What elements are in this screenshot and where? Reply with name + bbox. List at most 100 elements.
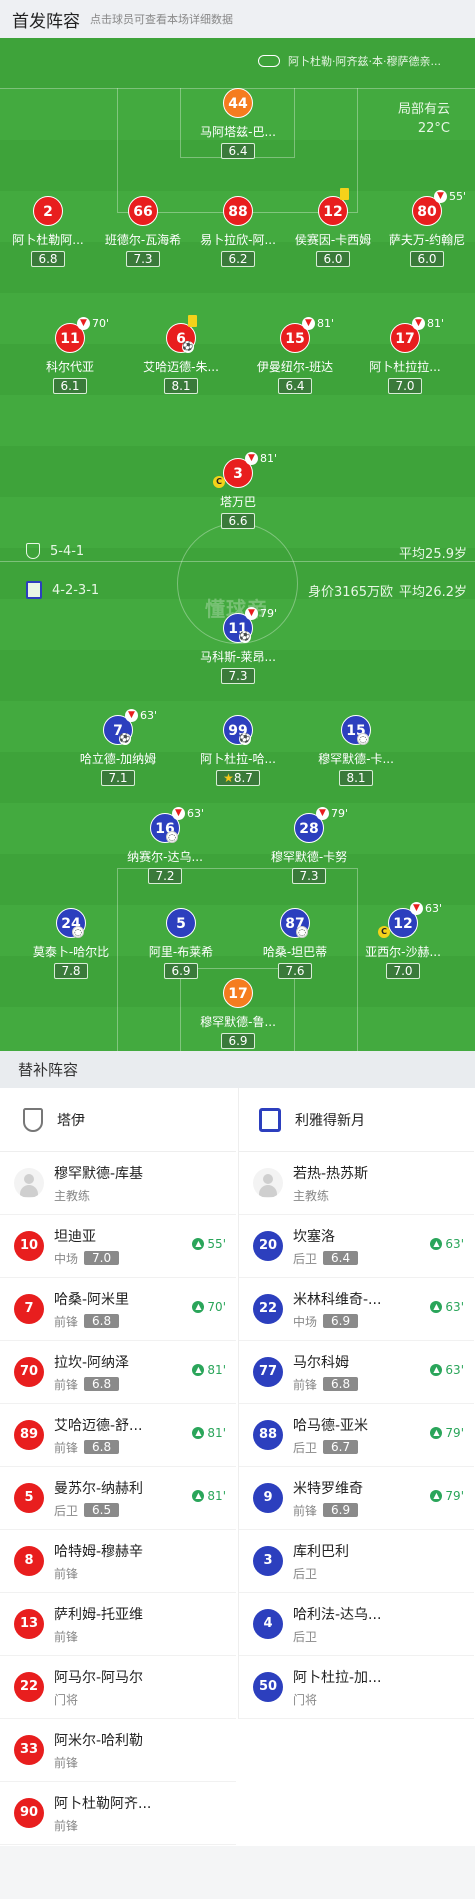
bench-player-row[interactable]: 13 萨利姆-托亚维 前锋 <box>0 1593 236 1656</box>
player-info: 阿卜杜拉-加... 门将 <box>293 1667 433 1708</box>
home-formation-text: 5-4-1 <box>50 543 85 559</box>
player-name: 阿卜杜勒阿... <box>12 233 84 247</box>
player-meta: 后卫 <box>293 1565 433 1582</box>
lineup-header: 首发阵容 点击球员可查看本场详细数据 <box>0 0 475 38</box>
away-player[interactable]: 12 ▼ 63' C 亚西尔-沙赫... 7.0 <box>355 902 451 979</box>
player-meta: 前锋 6.9 <box>293 1502 433 1519</box>
sub-time: 81' <box>260 452 278 465</box>
coach-row[interactable]: 若热-热苏斯主教练 <box>239 1152 474 1215</box>
away-player[interactable]: 17 穆罕默德-鲁... 6.9 <box>190 978 286 1049</box>
away-player[interactable]: 11 ▼ 79' ⚽ 马科斯-莱昂... 7.3 <box>190 607 286 684</box>
player-rating-value: 8.7 <box>233 771 253 785</box>
player-rating: 6.9 <box>323 1503 359 1517</box>
away-team-row[interactable]: 利雅得新月 <box>239 1088 474 1152</box>
away-player[interactable]: 24 ◌ 莫泰卜-哈尔比 7.8 <box>23 908 119 979</box>
player-number: 13 <box>14 1609 44 1639</box>
player-meta: 中场 7.0 <box>54 1250 194 1267</box>
player-info: 哈马德-亚米 后卫 6.7 <box>293 1415 433 1456</box>
sub-in-marker: ▲ 81' <box>192 1363 226 1377</box>
coach-row[interactable]: 穆罕默德-库基 主教练 <box>0 1152 236 1215</box>
player-position: 前锋 <box>293 1503 318 1518</box>
away-player[interactable]: 15 ◌ 穆罕默德-卡... 8.1 <box>308 715 404 786</box>
sub-time: 81' <box>207 1489 226 1503</box>
sub-out-marker: ▼ 55' <box>434 190 466 203</box>
bench-player-row[interactable]: 7 哈桑-阿米里 前锋 6.8 ▲ 70' <box>0 1278 236 1341</box>
away-value-age: 身价3165万欧 平均26.2岁 <box>308 581 467 600</box>
player-info: 坎塞洛 后卫 6.4 <box>293 1226 433 1267</box>
home-player[interactable]: 12 侯赛因-卡西姆 6.0 <box>285 188 381 267</box>
home-player[interactable]: 3 ▼ 81' C 塔万巴 6.6 <box>190 452 286 529</box>
bench-player-row[interactable]: 3 库利巴利 后卫 <box>239 1530 474 1593</box>
player-info: 米特罗维奇 前锋 6.9 <box>293 1478 433 1519</box>
sub-out-marker: ▼ 81' <box>412 317 444 330</box>
away-player[interactable]: 5 阿里-布莱希 6.9 <box>133 908 229 979</box>
player-number: 5 <box>14 1483 44 1513</box>
home-player[interactable]: 44 马阿塔兹-巴... 6.4 <box>190 88 286 159</box>
bench-player-row[interactable]: 77 马尔科姆 前锋 6.8 ▲ 63' <box>239 1341 474 1404</box>
player-rating: 6.9 <box>164 963 198 979</box>
home-player[interactable]: 17 ▼ 81' 阿卜杜拉拉... 7.0 <box>357 317 453 394</box>
away-player[interactable]: 7 ▼ 63' ⚽ 哈立德-加纳姆 7.1 <box>70 709 166 786</box>
player-rating: 7.0 <box>388 378 422 394</box>
sub-time: 63' <box>445 1300 464 1314</box>
bench-player-row[interactable]: 8 哈特姆-穆赫辛 前锋 <box>0 1530 236 1593</box>
player-info: 坦迪亚中场 7.0 <box>54 1226 194 1267</box>
bench-player-row[interactable]: 5 曼苏尔-纳赫利 后卫 6.5 ▲ 81' <box>0 1467 236 1530</box>
bench-title: 替补阵容 <box>0 1051 475 1088</box>
bench-player-row[interactable]: 10 坦迪亚 中场 7.0 ▲ 55' <box>0 1215 236 1278</box>
bench-player-row[interactable]: 70 拉坎-阿纳泽 前锋 6.8 ▲ 81' <box>0 1341 236 1404</box>
sub-in-marker: ▲ 79' <box>430 1489 464 1503</box>
assist-icon: ◌ <box>357 733 369 745</box>
stadium-icon <box>258 55 280 67</box>
player-name: 哈利法-达乌... <box>293 1606 382 1623</box>
player-info: 马尔科姆 前锋 6.8 <box>293 1352 433 1393</box>
yellow-card-icon <box>340 188 349 200</box>
player-name: 阿米尔-哈利勒 <box>54 1732 144 1749</box>
player-rating: 7.6 <box>278 963 312 979</box>
home-player[interactable]: 6 ⚽ 艾哈迈德-朱... 8.1 <box>133 315 229 394</box>
player-number: 90 <box>14 1798 44 1828</box>
player-rating: 6.4 <box>221 143 255 159</box>
player-rating: ★8.7 <box>216 770 260 786</box>
bench-player-row[interactable]: 50 阿卜杜拉-加... 门将 <box>239 1656 474 1719</box>
player-info: 哈特姆-穆赫辛 前锋 <box>54 1541 194 1582</box>
bench-player-row[interactable]: 89 艾哈迈德-舒... 前锋 6.8 ▲ 81' <box>0 1404 236 1467</box>
player-name: 哈桑-坦巴蒂 <box>262 945 328 959</box>
player-name: 艾哈迈德-舒... <box>54 1417 143 1434</box>
away-player[interactable]: 87 ◌ 哈桑-坦巴蒂 7.6 <box>247 908 343 979</box>
away-player[interactable]: 16 ▼ 63' ◌ 纳赛尔-达乌... 7.2 <box>117 807 213 884</box>
player-name: 伊曼纽尔-班达 <box>256 360 334 374</box>
home-player[interactable]: 11 ▼ 70' 科尔代亚 6.1 <box>22 317 118 394</box>
home-player[interactable]: 15 ▼ 81' 伊曼纽尔-班达 6.4 <box>247 317 343 394</box>
bench-player-row[interactable]: 22 米林科维奇-... 中场 6.9 ▲ 63' <box>239 1278 474 1341</box>
player-name: 易卜拉欣-阿... <box>200 233 276 247</box>
player-rating: 7.3 <box>126 251 160 267</box>
bench-player-row[interactable]: 90 阿卜杜勒阿齐... 前锋 <box>0 1782 236 1845</box>
player-rating: 6.5 <box>84 1503 120 1517</box>
home-player[interactable]: 88 易卜拉欣-阿... 6.2 <box>190 196 286 267</box>
home-formation: 5-4-1 <box>26 543 84 559</box>
player-rating: 6.8 <box>31 251 65 267</box>
player-info: 哈利法-达乌... 后卫 <box>293 1604 433 1645</box>
home-player[interactable]: 2 阿卜杜勒阿... 6.8 <box>0 196 96 267</box>
bench-player-row[interactable]: 9 米特罗维奇 前锋 6.9 ▲ 79' <box>239 1467 474 1530</box>
bench-player-row[interactable]: 20 坎塞洛 后卫 6.4 ▲ 63' <box>239 1215 474 1278</box>
player-name: 坦迪亚 <box>54 1228 96 1245</box>
bench-player-row[interactable]: 4 哈利法-达乌... 后卫 <box>239 1593 474 1656</box>
home-shield-icon <box>26 543 40 559</box>
bench-player-row[interactable]: 22 阿马尔-阿马尔 门将 <box>0 1656 236 1719</box>
bench-player-row[interactable]: 33 阿米尔-哈利勒 前锋 <box>0 1719 236 1782</box>
sub-time: 63' <box>445 1237 464 1251</box>
player-meta: 前锋 6.8 <box>54 1376 194 1393</box>
bench-player-row[interactable]: 88 哈马德-亚米 后卫 6.7 ▲ 79' <box>239 1404 474 1467</box>
player-meta: 主教练 <box>293 1187 433 1204</box>
away-player[interactable]: 28 ▼ 79' 穆罕默德-卡努 7.3 <box>261 807 357 884</box>
home-team-row[interactable]: 塔伊 <box>0 1088 236 1152</box>
home-player[interactable]: 66 班德尔-瓦海希 7.3 <box>95 196 191 267</box>
away-player[interactable]: 99 ⚽ 阿卜杜拉-哈... ★8.7 <box>190 715 286 786</box>
sub-out-marker: ▼ 63' <box>410 902 442 915</box>
home-player[interactable]: 80 ▼ 55' 萨夫万-约翰尼 6.0 <box>379 190 475 267</box>
player-name: 若热-热苏斯 <box>293 1165 369 1182</box>
goal-ball-icon: ⚽ <box>239 631 251 643</box>
player-rating: 7.0 <box>84 1251 120 1265</box>
